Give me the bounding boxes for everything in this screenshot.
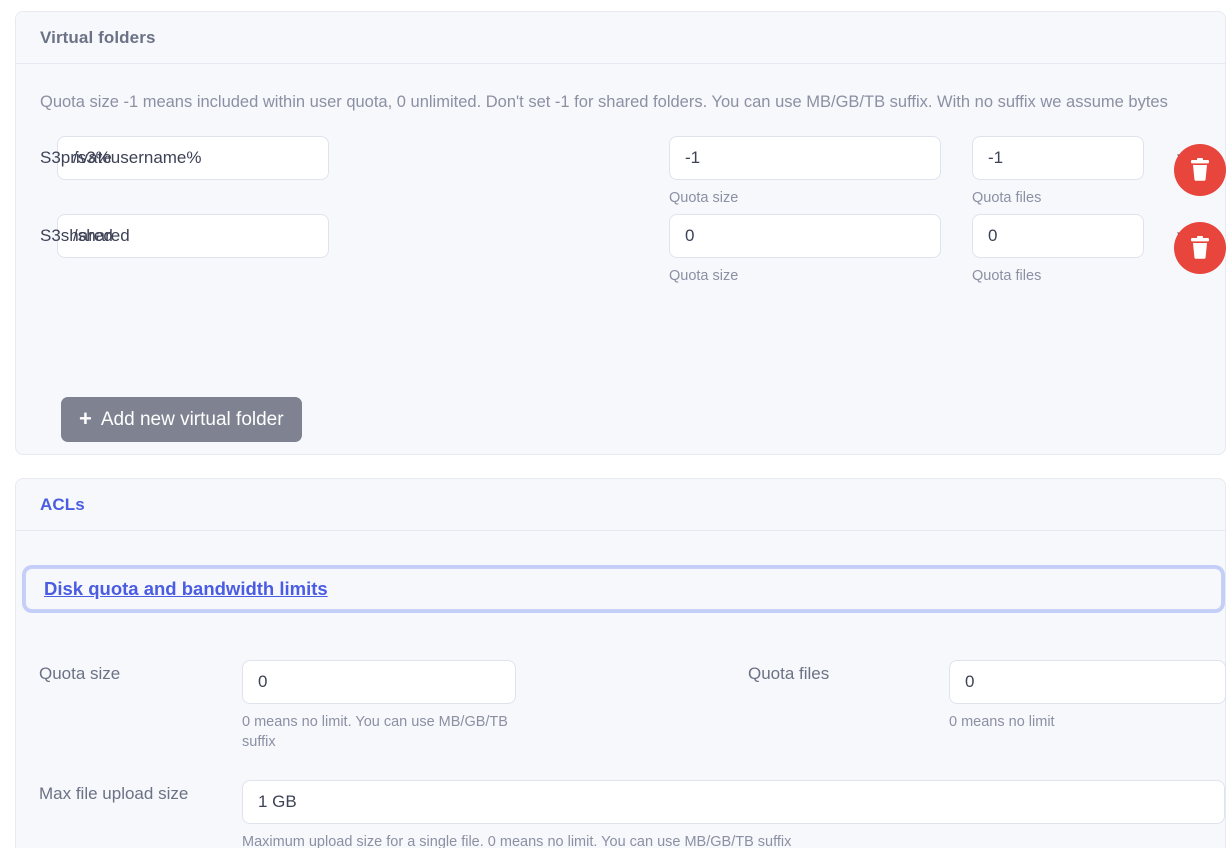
table-row: S3shared Quota size Quota files (40, 214, 1201, 292)
max-file-upload-size-input[interactable] (242, 780, 1225, 824)
quota-files-hint: 0 means no limit (949, 712, 1226, 732)
virtual-folder-quota-size-input[interactable] (669, 136, 941, 180)
virtual-folders-helper-text: Quota size -1 means included within user… (40, 90, 1190, 116)
virtual-folders-card-header: Virtual folders (16, 12, 1225, 64)
quota-files-control: 0 means no limit (949, 660, 1226, 732)
quota-size-control: 0 means no limit. You can use MB/GB/TB s… (242, 660, 516, 753)
virtual-folder-quota-files-hint: Quota files (972, 188, 1144, 208)
virtual-folder-quota-files-input[interactable] (972, 136, 1144, 180)
max-file-upload-size-label: Max file upload size (39, 782, 199, 807)
table-row: S3private Quota size Quota files (40, 136, 1201, 214)
acls-card-header: ACLs (16, 479, 1225, 531)
delete-button[interactable] (1174, 222, 1226, 274)
max-file-upload-size-control: Maximum upload size for a single file. 0… (242, 780, 1225, 848)
max-file-upload-size-hint: Maximum upload size for a single file. 0… (242, 832, 1225, 848)
virtual-folder-quota-size-field-2: Quota size (669, 214, 941, 286)
quota-size-hint: 0 means no limit. You can use MB/GB/TB s… (242, 712, 516, 753)
settings-page: Virtual folders Quota size -1 means incl… (0, 0, 1226, 848)
virtual-folders-card: Virtual folders Quota size -1 means incl… (15, 11, 1226, 455)
acls-title: ACLs (40, 495, 85, 515)
virtual-folder-name-value: S3private (40, 148, 112, 168)
virtual-folder-quota-files-hint: Quota files (972, 266, 1144, 286)
disk-quota-and-bandwidth-limits-link[interactable]: Disk quota and bandwidth limits (44, 578, 328, 600)
virtual-folder-name-value: S3shared (40, 226, 113, 246)
virtual-folder-quota-size-hint: Quota size (669, 266, 941, 286)
trash-icon (1189, 158, 1211, 182)
quota-files-input[interactable] (949, 660, 1226, 704)
add-new-virtual-folder-label: Add new virtual folder (101, 409, 284, 431)
virtual-folder-quota-size-input[interactable] (669, 214, 941, 258)
add-new-virtual-folder-button[interactable]: + Add new virtual folder (61, 397, 302, 442)
delete-button[interactable] (1174, 144, 1226, 196)
quota-size-input[interactable] (242, 660, 516, 704)
virtual-folder-quota-files-field-2: Quota files (972, 214, 1144, 286)
plus-icon: + (79, 408, 92, 430)
virtual-folder-quota-size-field-1: Quota size (669, 136, 941, 208)
page-title: Virtual folders (40, 28, 156, 48)
virtual-folder-quota-size-hint: Quota size (669, 188, 941, 208)
delete-virtual-folder-button-2[interactable] (1174, 222, 1226, 274)
disk-quota-section-toggle[interactable]: Disk quota and bandwidth limits (25, 568, 1222, 610)
virtual-folder-quota-files-input[interactable] (972, 214, 1144, 258)
quota-files-label: Quota files (748, 662, 829, 687)
virtual-folders-card-body: Quota size -1 means included within user… (16, 90, 1225, 292)
virtual-folder-quota-files-field-1: Quota files (972, 136, 1144, 208)
quota-size-label: Quota size (39, 662, 120, 687)
trash-icon (1189, 236, 1211, 260)
delete-virtual-folder-button-1[interactable] (1174, 144, 1226, 196)
